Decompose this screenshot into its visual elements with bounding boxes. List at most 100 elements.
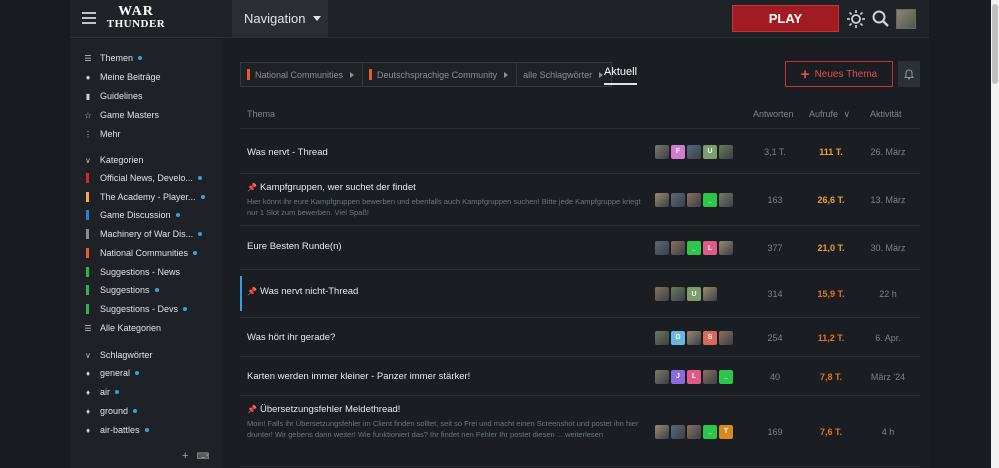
sidebar-category-item[interactable]: Suggestions - Devs [70, 300, 222, 318]
poster-avatar[interactable] [719, 193, 733, 207]
navigation-dropdown[interactable]: Navigation [232, 0, 328, 37]
poster-avatar[interactable] [655, 144, 669, 159]
poster-avatar[interactable]: _ [719, 369, 733, 384]
topic-activity[interactable]: 26. März [858, 147, 918, 157]
poster-avatar[interactable]: _ [703, 424, 717, 439]
poster-avatar[interactable] [655, 287, 669, 301]
poster-avatar[interactable]: U [687, 287, 701, 301]
topic-activity[interactable]: 22 h [858, 289, 918, 299]
poster-avatar[interactable] [719, 330, 733, 345]
poster-avatar[interactable]: _ [703, 193, 717, 207]
poster-avatar[interactable] [687, 144, 701, 159]
new-topic-button[interactable]: + Neues Thema [785, 61, 893, 87]
play-button[interactable]: PLAY [732, 5, 839, 32]
poster-avatar[interactable] [655, 193, 669, 207]
poster-avatar[interactable]: L [703, 241, 717, 255]
sidebar-item-game-masters[interactable]: ☆ Game Masters [70, 106, 222, 124]
poster-avatar[interactable] [719, 241, 733, 255]
page-scrollbar[interactable] [991, 0, 999, 468]
sidebar-category-item[interactable]: Machinery of War Dis... [70, 225, 222, 243]
poster-avatar[interactable]: S [703, 330, 717, 345]
sidebar-item-meine-beitr-ge[interactable]: ● Meine Beiträge [70, 68, 222, 86]
topic-row[interactable]: Was hört ihr gerade? D S 254 11,2 T. 6. Apr. [240, 318, 920, 357]
topic-activity[interactable]: 6. Apr. [858, 333, 918, 343]
topic-title[interactable]: Was hört ihr gerade? [247, 332, 335, 343]
topic-activity[interactable]: März '24 [858, 372, 918, 382]
sidebar-category-item[interactable]: The Academy - Player... [70, 188, 222, 206]
sidebar-tag-item[interactable]: ♦ air [70, 383, 222, 401]
scrollbar-thumb[interactable] [992, 4, 998, 84]
sidebar-category-item[interactable]: Game Discussion [70, 206, 222, 224]
poster-avatar[interactable] [687, 424, 701, 439]
keyboard-icon[interactable]: ⌨ [196, 451, 209, 461]
topic-title[interactable]: 📌 Kampfgruppen, wer suchet der findet [247, 182, 416, 193]
topic-title-text: Eure Besten Runde(n) [247, 241, 342, 252]
topic-title[interactable]: Was nervt - Thread [247, 147, 328, 158]
sidebar-item-all-categories[interactable]: ☰ Alle Kategorien [70, 319, 222, 337]
poster-avatar[interactable]: _ [687, 241, 701, 255]
poster-avatar[interactable] [655, 424, 669, 439]
war-thunder-logo[interactable]: WAR THUNDER [106, 5, 166, 33]
sidebar-category-item[interactable]: Suggestions [70, 281, 222, 299]
tags-heading[interactable]: ∨ Schlagwörter [70, 346, 152, 364]
add-icon[interactable]: + [182, 450, 188, 462]
topic-title[interactable]: Karten werden immer kleiner - Panzer imm… [247, 371, 470, 382]
poster-avatar[interactable] [703, 287, 717, 301]
topic-row[interactable]: Eure Besten Runde(n) _ L 377 21,0 T. 30. März [240, 226, 920, 270]
poster-avatar[interactable] [671, 241, 685, 255]
tab-aktuell[interactable]: Aktuell [604, 66, 638, 85]
sidebar-tag-item[interactable]: ♦ air-battles [70, 421, 222, 439]
breadcrumb-item[interactable]: Deutschsprachige Community [362, 62, 517, 87]
topic-activity[interactable]: 13. März [858, 195, 918, 205]
topic-row[interactable]: Was nervt - Thread F U 3,1 T. 111 T. 26. März [240, 129, 920, 174]
sidebar-category-item[interactable]: Official News, Develo... [70, 169, 222, 187]
column-header-views[interactable]: Aufrufe ∨ [809, 109, 850, 120]
hamburger-menu-icon[interactable] [82, 12, 96, 24]
poster-avatar[interactable] [655, 330, 669, 345]
sidebar-category-item[interactable]: National Communities [70, 244, 222, 262]
topic-title[interactable]: Eure Besten Runde(n) [247, 241, 342, 252]
breadcrumb-item[interactable]: alle Schlagwörter [516, 62, 613, 87]
poster-avatar[interactable] [687, 330, 701, 345]
sidebar-item-label: Alle Kategorien [100, 323, 162, 333]
topic-title[interactable]: 📌 Übersetzungsfehler Meldethread! [247, 404, 400, 415]
poster-avatar[interactable]: U [703, 144, 717, 159]
poster-avatar[interactable] [719, 144, 733, 159]
poster-avatar[interactable] [655, 369, 669, 384]
poster-avatar[interactable]: D [671, 330, 685, 345]
user-avatar[interactable] [896, 9, 916, 29]
sidebar-tag-item[interactable]: ♦ general [70, 364, 222, 382]
poster-avatar[interactable] [671, 424, 685, 439]
topic-activity[interactable]: 30. März [858, 243, 918, 253]
notification-bell-button[interactable] [898, 61, 920, 87]
topic-row[interactable]: 📌 Übersetzungsfehler Meldethread! Moin! Fa… [240, 396, 920, 467]
categories-heading[interactable]: ∨ Kategorien [70, 151, 143, 169]
navigation-label: Navigation [244, 11, 306, 26]
poster-avatar[interactable]: T [719, 424, 733, 439]
poster-avatar[interactable] [687, 193, 701, 207]
topic-views: 21,0 T. [817, 243, 845, 253]
sidebar-item-themen[interactable]: ☰ Themen [70, 49, 222, 67]
topic-row[interactable]: Karten werden immer kleiner - Panzer imm… [240, 357, 920, 396]
sidebar-item-label: The Academy - Player... [100, 191, 196, 202]
poster-avatar[interactable] [655, 241, 669, 255]
topic-row[interactable]: 📌 Was nervt nicht-Thread U 314 15,9 T. 22 h [240, 270, 920, 318]
topic-row[interactable]: 📌 Kampfgruppen, wer suchet der findet Hier… [240, 174, 920, 226]
poster-avatar[interactable]: J [671, 369, 685, 384]
sidebar-category-item[interactable]: Suggestions - News [70, 263, 222, 281]
topic-activity[interactable]: 4 h [858, 427, 918, 437]
topic-title[interactable]: 📌 Was nervt nicht-Thread [247, 286, 358, 297]
poster-avatar[interactable]: F [671, 144, 685, 159]
poster-avatar[interactable] [703, 369, 717, 384]
column-header-replies[interactable]: Antworten [753, 109, 794, 119]
poster-avatar[interactable]: L [687, 369, 701, 384]
sidebar-item-mehr[interactable]: ⋮ Mehr [70, 125, 222, 143]
sidebar-item-guidelines[interactable]: ▮ Guidelines [70, 87, 222, 105]
search-icon[interactable] [871, 9, 891, 29]
poster-avatar[interactable] [671, 193, 685, 207]
column-header-activity[interactable]: Aktivität [870, 109, 902, 119]
sidebar-tag-item[interactable]: ♦ ground [70, 402, 222, 420]
theme-toggle-sun-icon[interactable] [846, 9, 866, 29]
poster-avatar[interactable] [671, 287, 685, 301]
breadcrumb-item[interactable]: National Communities [240, 62, 363, 87]
